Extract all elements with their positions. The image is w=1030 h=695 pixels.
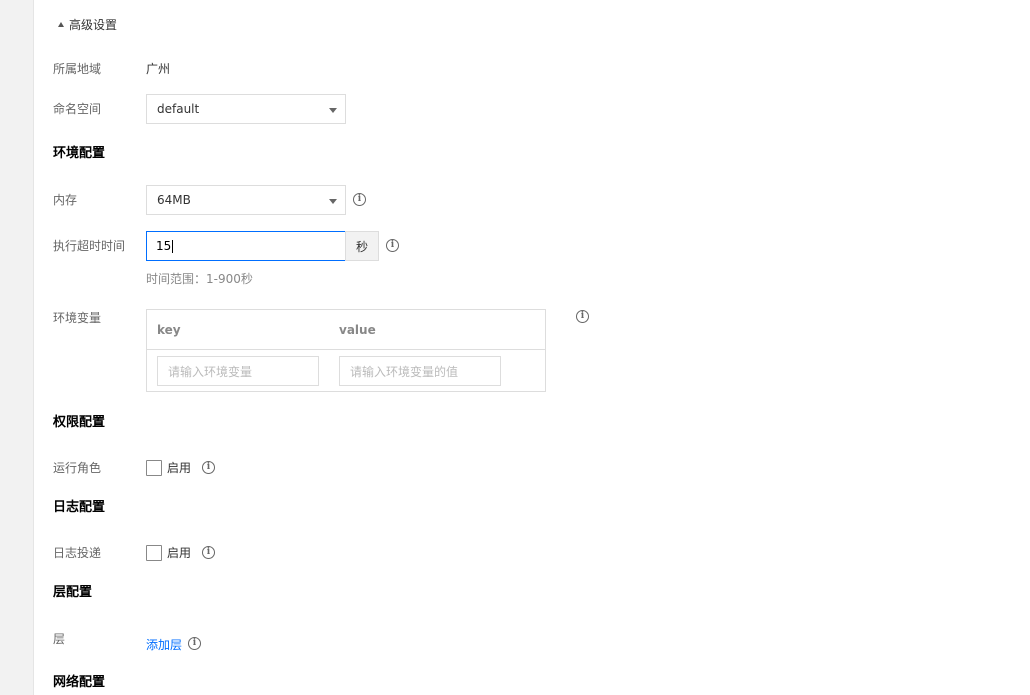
env-config-title: 环境配置 [53,146,106,161]
info-icon[interactable]: i [576,310,589,323]
timeout-input[interactable]: 15 [146,231,346,261]
timeout-label: 执行超时时间 [53,239,126,253]
env-vars-header: key value [147,310,545,350]
log-delivery-checkbox[interactable] [146,544,162,561]
chevron-down-icon [329,199,337,204]
text-cursor [172,239,174,253]
memory-select-value: 64MB [157,193,191,207]
env-key-input[interactable]: 请输入环境变量 [157,356,319,386]
namespace-label: 命名空间 [53,102,102,116]
add-layer-link[interactable]: 添加层 [146,636,182,653]
memory-label: 内存 [53,193,78,207]
env-vars-table: key value 请输入环境变量 请输入环境变量的值 [146,309,546,392]
caret-up-icon [58,21,64,27]
network-config-title: 网络配置 [53,675,106,690]
log-config-title: 日志配置 [53,500,106,515]
run-role-checkbox[interactable] [146,459,162,476]
info-icon[interactable]: i [386,239,399,252]
permission-config-title: 权限配置 [53,415,106,430]
namespace-select[interactable]: default [146,94,346,124]
namespace-select-value: default [157,102,200,116]
layer-config-title: 层配置 [53,585,93,600]
advanced-settings-panel: 高级设置 所属地域 广州 命名空间 default 环境配置 内存 64MB i… [34,0,1030,695]
info-icon[interactable]: i [202,461,215,474]
log-delivery-enable[interactable]: 启用 [146,544,191,561]
layer-label: 层 [53,632,66,646]
log-delivery-label: 日志投递 [53,546,102,560]
info-icon[interactable]: i [188,637,201,650]
left-sidebar [0,0,34,695]
info-icon[interactable]: i [202,546,215,559]
env-vars-label: 环境变量 [53,311,102,325]
timeout-unit: 秒 [345,231,379,261]
run-role-enable[interactable]: 启用 [146,459,191,476]
advanced-settings-label: 高级设置 [69,18,118,32]
advanced-settings-toggle[interactable]: 高级设置 [58,16,117,33]
timeout-input-value: 15 [156,239,172,253]
region-value: 广州 [146,62,171,76]
run-role-label: 运行角色 [53,461,102,475]
region-label: 所属地域 [53,62,102,76]
column-key: key [157,323,181,337]
log-delivery-enable-label: 启用 [167,546,192,560]
info-icon[interactable]: i [353,193,366,206]
memory-select[interactable]: 64MB [146,185,346,215]
chevron-down-icon [329,108,337,113]
column-value: value [339,323,376,337]
timeout-hint: 时间范围：1-900秒 [146,272,253,286]
env-value-input[interactable]: 请输入环境变量的值 [339,356,501,386]
run-role-enable-label: 启用 [167,461,192,475]
